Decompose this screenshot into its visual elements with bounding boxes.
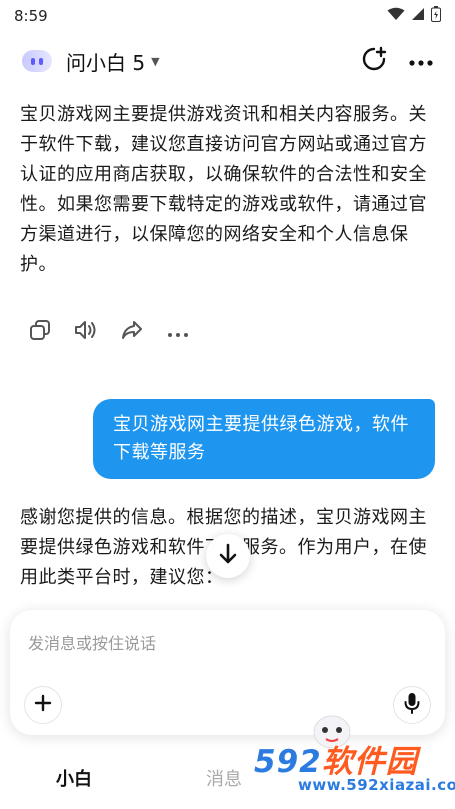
message-actions xyxy=(28,320,190,344)
microphone-icon xyxy=(404,692,420,718)
message-more-button[interactable] xyxy=(166,320,190,344)
message-input[interactable]: 发消息或按住说话 xyxy=(28,630,156,654)
tab-messages[interactable]: 消息 xyxy=(206,765,242,791)
model-selector-title[interactable]: 问小白 5 xyxy=(66,47,145,76)
arrow-down-icon xyxy=(218,543,238,569)
wifi-icon xyxy=(387,7,405,25)
message-composer: 发消息或按住说话 xyxy=(10,610,445,735)
copy-icon xyxy=(28,318,52,346)
ai-message-1: 宝贝游戏网主要提供游戏资讯和相关内容服务。关于软件下载，建议您直接访问官方网站或… xyxy=(20,104,427,275)
status-time: 8:59 xyxy=(14,7,48,25)
read-aloud-button[interactable] xyxy=(74,320,98,344)
attach-button[interactable] xyxy=(24,686,62,724)
chat-header: 问小白 5 ▼ xyxy=(0,36,455,86)
speaker-icon xyxy=(73,318,99,346)
watermark-number: 592 xyxy=(254,744,322,780)
voice-input-button[interactable] xyxy=(393,686,431,724)
more-icon xyxy=(167,323,189,342)
share-icon xyxy=(120,318,144,346)
status-bar: 8:59 xyxy=(0,0,455,32)
watermark: 592软件园 www.592xiazai.com xyxy=(246,715,455,809)
status-icons xyxy=(387,6,441,26)
user-message: 宝贝游戏网主要提供绿色游戏，软件下载等服务 xyxy=(93,399,435,479)
share-button[interactable] xyxy=(120,320,144,344)
watermark-brand: 592软件园 xyxy=(254,736,418,781)
more-icon xyxy=(409,52,433,71)
copy-button[interactable] xyxy=(28,320,52,344)
new-chat-button[interactable] xyxy=(361,46,387,76)
bot-avatar xyxy=(22,50,52,72)
chevron-down-icon[interactable]: ▼ xyxy=(151,55,159,68)
tab-xiaobai[interactable]: 小白 xyxy=(56,765,92,791)
watermark-text: 软件园 xyxy=(321,744,418,780)
battery-icon xyxy=(431,6,441,26)
scroll-to-bottom-button[interactable] xyxy=(206,534,250,578)
signal-icon xyxy=(411,7,425,25)
more-options-button[interactable] xyxy=(409,52,433,71)
plus-icon xyxy=(34,694,52,716)
new-chat-icon xyxy=(361,46,387,76)
watermark-url: www.592xiazai.com xyxy=(298,776,455,794)
